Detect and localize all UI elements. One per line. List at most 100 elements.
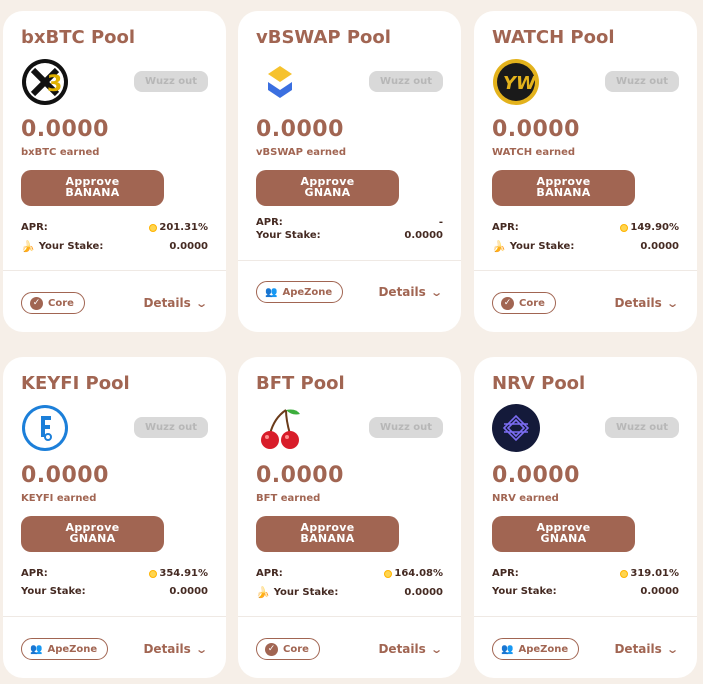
details-label: Details bbox=[614, 642, 662, 656]
wuzz-out-button[interactable]: Wuzz out bbox=[605, 71, 679, 92]
stake-row: 🍌 Your Stake: 0.0000 bbox=[492, 240, 679, 253]
pool-card-bxbtc: bxBTC Pool 3 Wuzz out 0.0000 bxBTC earne… bbox=[3, 11, 226, 332]
stake-row: 🍌 Your Stake: 0.0000 bbox=[256, 586, 443, 599]
pool-title: BFT Pool bbox=[256, 373, 345, 394]
stake-label: Your Stake: bbox=[273, 587, 339, 598]
approve-button[interactable]: Approve GNANA bbox=[492, 516, 635, 552]
chevron-down-icon: ⌄ bbox=[665, 296, 679, 310]
svg-text:YW: YW bbox=[503, 73, 537, 94]
tag-label: Core bbox=[283, 643, 309, 655]
approve-token: GNANA bbox=[69, 532, 116, 545]
coin-icon bbox=[149, 569, 158, 578]
keyfi-logo-icon bbox=[22, 405, 68, 451]
approve-button[interactable]: Approve BANANA bbox=[21, 170, 164, 206]
apr-value: - bbox=[438, 217, 443, 228]
apr-value: 319.01% bbox=[630, 568, 679, 579]
stake-value: 0.0000 bbox=[169, 586, 208, 597]
approve-token: GNANA bbox=[304, 186, 351, 199]
approve-button[interactable]: Approve GNANA bbox=[21, 516, 164, 552]
stake-row: Your Stake: 0.0000 bbox=[21, 586, 208, 597]
wuzz-out-button[interactable]: Wuzz out bbox=[134, 417, 208, 438]
chevron-down-icon: ⌄ bbox=[194, 642, 208, 656]
earned-label: WATCH earned bbox=[492, 147, 576, 158]
earned-amount: 0.0000 bbox=[256, 117, 344, 142]
apezone-tag: 👥 ApeZone bbox=[21, 638, 109, 660]
apr-label: APR: bbox=[256, 217, 283, 228]
approve-button[interactable]: Approve BANANA bbox=[256, 516, 399, 552]
wuzz-out-button[interactable]: Wuzz out bbox=[605, 417, 679, 438]
nrv-logo-icon bbox=[492, 404, 540, 452]
approve-token: BANANA bbox=[65, 186, 120, 199]
chevron-down-icon: ⌄ bbox=[429, 642, 443, 656]
core-tag: ✓ Core bbox=[492, 292, 556, 314]
details-label: Details bbox=[378, 285, 426, 299]
vbswap-logo-icon bbox=[268, 66, 292, 98]
details-toggle[interactable]: Details ⌄ bbox=[614, 296, 679, 310]
stake-label: Your Stake: bbox=[492, 586, 557, 597]
pool-title: KEYFI Pool bbox=[21, 373, 130, 394]
svg-text:3: 3 bbox=[47, 72, 62, 97]
divider bbox=[238, 616, 461, 617]
pool-title: vBSWAP Pool bbox=[256, 27, 391, 48]
wuzz-out-button[interactable]: Wuzz out bbox=[369, 71, 443, 92]
stake-row: Your Stake: 0.0000 bbox=[256, 230, 443, 241]
stake-value: 0.0000 bbox=[404, 230, 443, 241]
details-toggle[interactable]: Details ⌄ bbox=[143, 642, 208, 656]
earned-amount: 0.0000 bbox=[256, 463, 344, 488]
pool-card-vbswap: vBSWAP Pool Wuzz out 0.0000 vBSWAP earne… bbox=[238, 11, 461, 332]
tag-label: ApeZone bbox=[518, 643, 569, 655]
details-toggle[interactable]: Details ⌄ bbox=[378, 285, 443, 299]
check-badge-icon: ✓ bbox=[501, 296, 514, 310]
apr-value: 201.31% bbox=[159, 222, 208, 233]
wuzz-out-button[interactable]: Wuzz out bbox=[369, 417, 443, 438]
wuzz-out-button[interactable]: Wuzz out bbox=[134, 71, 208, 92]
chevron-down-icon: ⌄ bbox=[429, 285, 443, 299]
watch-logo-icon: YW bbox=[493, 59, 539, 105]
tag-label: Core bbox=[48, 297, 74, 309]
core-tag: ✓ Core bbox=[21, 292, 85, 314]
earned-label: bxBTC earned bbox=[21, 147, 100, 158]
divider bbox=[474, 616, 697, 617]
coin-icon bbox=[620, 569, 629, 578]
apr-label: APR: bbox=[492, 568, 519, 579]
apezone-tag: 👥 ApeZone bbox=[256, 281, 344, 303]
core-tag: ✓ Core bbox=[256, 638, 320, 660]
stake-value: 0.0000 bbox=[640, 241, 679, 252]
apr-row: APR: 201.31% bbox=[21, 222, 208, 233]
apr-label: APR: bbox=[256, 568, 283, 579]
apr-value: 164.08% bbox=[394, 568, 443, 579]
stake-label: Your Stake: bbox=[38, 241, 104, 252]
divider bbox=[3, 616, 226, 617]
apr-value: 354.91% bbox=[159, 568, 208, 579]
banana-icon: 🍌 bbox=[492, 240, 506, 253]
banana-icon: 🍌 bbox=[21, 240, 35, 253]
approve-token: BANANA bbox=[300, 532, 355, 545]
details-toggle[interactable]: Details ⌄ bbox=[143, 296, 207, 310]
pool-card-watch: WATCH Pool YW Wuzz out 0.0000 WATCH earn… bbox=[474, 11, 697, 332]
apezone-tag: 👥 ApeZone bbox=[492, 638, 580, 660]
details-toggle[interactable]: Details ⌄ bbox=[378, 642, 443, 656]
details-label: Details bbox=[143, 296, 191, 310]
earned-amount: 0.0000 bbox=[492, 463, 580, 488]
people-icon: 👥 bbox=[501, 643, 514, 655]
stake-value: 0.0000 bbox=[404, 587, 443, 598]
banana-icon: 🍌 bbox=[256, 586, 270, 599]
divider bbox=[238, 260, 461, 261]
chevron-down-icon: ⌄ bbox=[665, 642, 679, 656]
apr-row: APR: 319.01% bbox=[492, 568, 679, 579]
approve-button[interactable]: Approve BANANA bbox=[492, 170, 635, 206]
apr-value: 149.90% bbox=[630, 222, 679, 233]
check-badge-icon: ✓ bbox=[30, 296, 43, 310]
tag-label: ApeZone bbox=[47, 643, 98, 655]
details-label: Details bbox=[143, 642, 191, 656]
stake-row: Your Stake: 0.0000 bbox=[492, 586, 679, 597]
pool-card-nrv: NRV Pool Wuzz out 0.0000 NRV earned Appr… bbox=[474, 357, 697, 678]
earned-amount: 0.0000 bbox=[21, 463, 109, 488]
earned-label: vBSWAP earned bbox=[256, 147, 346, 158]
coin-icon bbox=[384, 569, 393, 578]
approve-button[interactable]: Approve GNANA bbox=[256, 170, 399, 206]
details-toggle[interactable]: Details ⌄ bbox=[614, 642, 679, 656]
tag-label: Core bbox=[519, 297, 545, 309]
stake-label: Your Stake: bbox=[21, 586, 86, 597]
stake-value: 0.0000 bbox=[169, 241, 208, 252]
